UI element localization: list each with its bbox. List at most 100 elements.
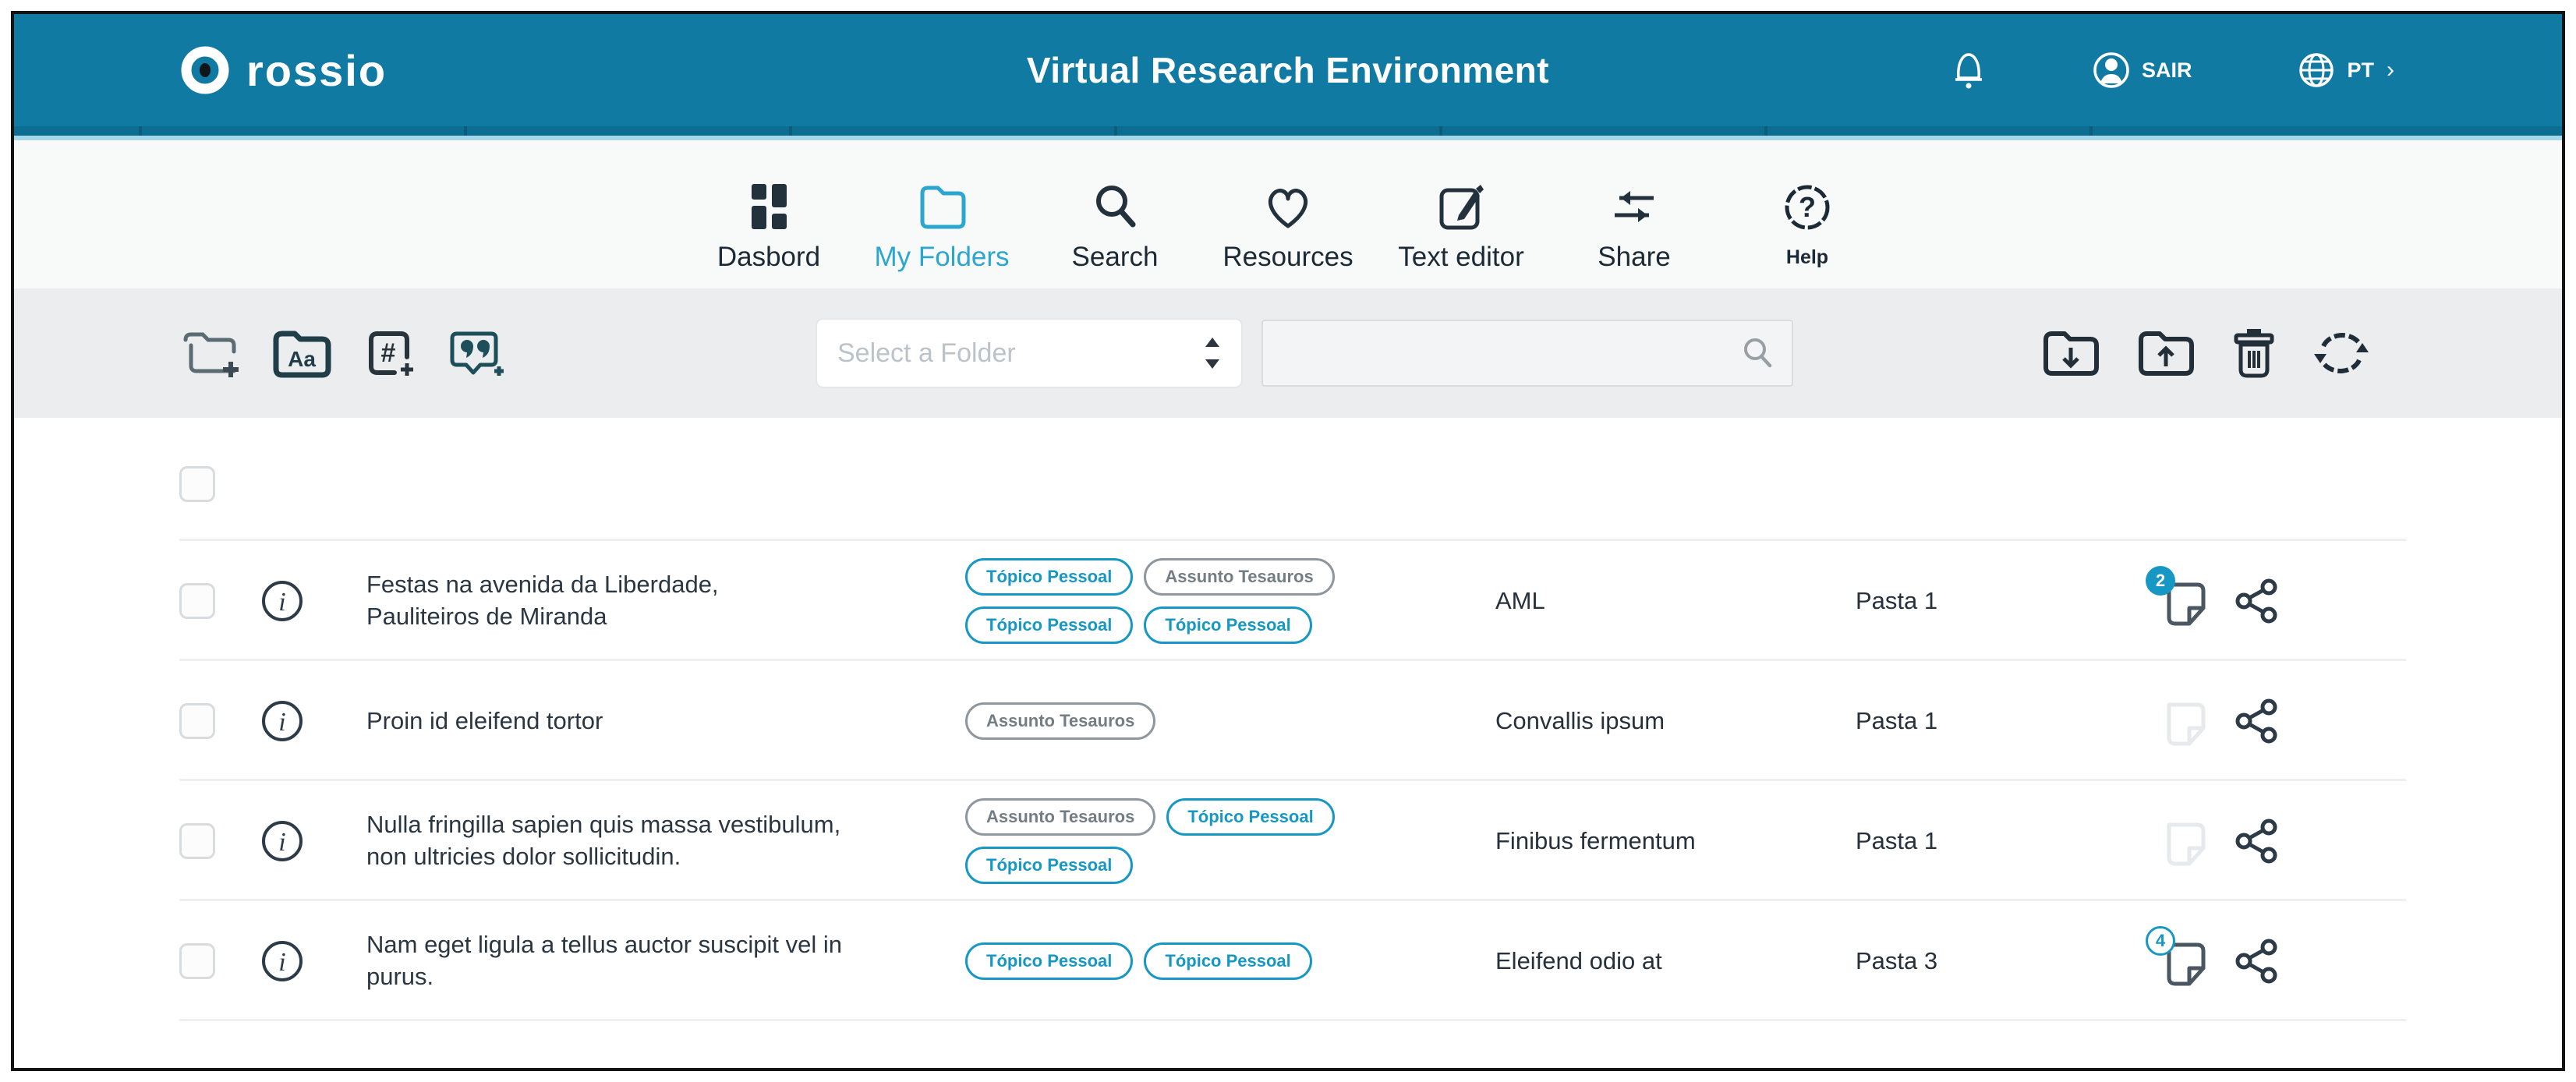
search-field-icon[interactable] <box>1740 336 1775 370</box>
row-checkbox[interactable] <box>179 823 215 859</box>
folder-cell: Pasta 1 <box>1856 707 2136 735</box>
refresh-icon[interactable] <box>2311 326 2370 380</box>
share-icon[interactable] <box>2233 576 2281 626</box>
subject-cell: Convallis ipsum <box>1495 707 1856 735</box>
notes-icon[interactable] <box>2158 695 2210 747</box>
tag-pill[interactable]: Tópico Pessoal <box>965 606 1133 644</box>
results-table: i Festas na avenida da Liberdade, Paulit… <box>14 418 2562 1021</box>
language-selector[interactable]: PT › <box>2297 51 2394 90</box>
header-actions: SAIR PT › <box>1951 14 2394 126</box>
nav-item-my-folders[interactable]: My Folders <box>862 140 1022 288</box>
export-folder-icon[interactable] <box>2135 326 2197 380</box>
tag-list: Assunto Tesauros Tópico Pessoal Tópico Pes… <box>965 798 1450 884</box>
info-icon[interactable]: i <box>260 699 304 743</box>
tag-list: Assunto Tesauros <box>965 702 1450 740</box>
tag-pill[interactable]: Assunto Tesauros <box>965 702 1155 740</box>
notes-icon[interactable]: 2 <box>2158 575 2210 627</box>
top-header: rossio Virtual Research Environment SAIR <box>14 14 2562 126</box>
nav-item-dashboard[interactable]: Dasbord <box>688 140 849 288</box>
nav-item-help[interactable]: ? Help <box>1727 140 1888 288</box>
language-label: PT <box>2347 58 2374 83</box>
tag-pill[interactable]: Assunto Tesauros <box>1144 558 1334 596</box>
import-folder-icon[interactable] <box>2040 326 2102 380</box>
svg-text:i: i <box>278 948 285 977</box>
header-strip <box>14 126 2562 140</box>
share-arrows-icon <box>1608 181 1660 232</box>
user-label: SAIR <box>2142 58 2192 83</box>
notifications-button[interactable] <box>1951 50 1987 90</box>
my-folders-icon <box>915 181 969 232</box>
tag-pill[interactable]: Tópico Pessoal <box>965 847 1133 884</box>
toolbar-right-group <box>2040 288 2370 418</box>
item-title[interactable]: Proin id eleifend tortor <box>366 705 928 737</box>
user-icon <box>2092 51 2131 90</box>
folder-toolbar: Aa # <box>14 288 2562 418</box>
tag-pill[interactable]: Tópico Pessoal <box>1166 798 1334 836</box>
table-row: i Nam eget ligula a tellus auctor suscip… <box>14 901 2562 1021</box>
row-checkbox[interactable] <box>179 943 215 979</box>
notes-icon[interactable]: 4 <box>2158 935 2210 987</box>
item-title[interactable]: Nulla fringilla sapien quis massa vestib… <box>366 809 928 873</box>
svg-text:#: # <box>381 338 396 368</box>
tag-pill[interactable]: Tópico Pessoal <box>965 942 1133 980</box>
share-icon[interactable] <box>2233 816 2281 866</box>
select-spinner-icon <box>1204 334 1221 372</box>
notes-icon[interactable] <box>2158 815 2210 867</box>
nav-item-text-editor[interactable]: Text editor <box>1381 140 1541 288</box>
folder-select[interactable]: Select a Folder <box>816 318 1243 388</box>
dashboard-icon <box>744 181 794 232</box>
subject-cell: Finibus fermentum <box>1495 827 1856 855</box>
globe-icon <box>2297 51 2336 90</box>
item-title[interactable]: Festas na avenida da Liberdade, Paulitei… <box>366 569 928 633</box>
nav-item-search[interactable]: Search <box>1035 140 1195 288</box>
search-icon <box>1090 181 1140 232</box>
select-all-row <box>14 418 2562 541</box>
tag-pill[interactable]: Tópico Pessoal <box>965 558 1133 596</box>
app-window: rossio Virtual Research Environment SAIR <box>11 11 2565 1071</box>
item-title[interactable]: Nam eget ligula a tellus auctor suscipit… <box>366 929 928 993</box>
subject-cell: AML <box>1495 587 1856 615</box>
nav-item-resources[interactable]: Resources <box>1208 140 1368 288</box>
row-actions <box>2158 815 2281 867</box>
row-actions: 2 <box>2158 575 2281 627</box>
tag-pill[interactable]: Assunto Tesauros <box>965 798 1155 836</box>
info-icon[interactable]: i <box>260 819 304 863</box>
row-actions <box>2158 695 2281 747</box>
trash-icon[interactable] <box>2230 326 2278 380</box>
svg-text:Aa: Aa <box>288 347 316 371</box>
svg-text:i: i <box>278 708 285 737</box>
nav-item-share[interactable]: Share <box>1554 140 1714 288</box>
svg-text:i: i <box>278 588 285 617</box>
bell-icon <box>1951 50 1987 90</box>
text-editor-icon <box>1435 181 1487 232</box>
help-icon: ? <box>1782 181 1832 232</box>
subject-cell: Eleifend odio at <box>1495 947 1856 975</box>
tag-pill[interactable]: Tópico Pessoal <box>1144 606 1311 644</box>
add-tag-icon[interactable]: # <box>360 326 418 380</box>
select-all-checkbox[interactable] <box>179 466 215 502</box>
main-nav: Dasbord My Folders Search Resources <box>14 140 2562 288</box>
folder-select-placeholder: Select a Folder <box>837 338 1204 369</box>
notes-count-badge: 2 <box>2146 566 2175 596</box>
user-menu[interactable]: SAIR <box>2092 51 2192 90</box>
row-checkbox[interactable] <box>179 583 215 619</box>
info-icon[interactable]: i <box>260 939 304 983</box>
folder-cell: Pasta 3 <box>1856 947 2136 975</box>
notes-count-badge: 4 <box>2146 926 2175 956</box>
resources-heart-icon <box>1261 181 1315 232</box>
search-input[interactable] <box>1280 339 1740 368</box>
add-folder-icon[interactable] <box>179 326 243 380</box>
chevron-right-icon: › <box>2387 57 2394 83</box>
share-icon[interactable] <box>2233 696 2281 746</box>
tag-list: Tópico Pessoal Tópico Pessoal <box>965 942 1450 980</box>
table-row: i Nulla fringilla sapien quis massa vest… <box>14 781 2562 901</box>
svg-text:?: ? <box>1799 191 1816 223</box>
add-annotation-icon[interactable] <box>444 326 508 380</box>
row-checkbox[interactable] <box>179 703 215 739</box>
tag-pill[interactable]: Tópico Pessoal <box>1144 942 1311 980</box>
share-icon[interactable] <box>2233 936 2281 986</box>
rename-folder-icon[interactable]: Aa <box>270 326 334 380</box>
info-icon[interactable]: i <box>260 579 304 623</box>
folder-cell: Pasta 1 <box>1856 587 2136 615</box>
search-box <box>1261 320 1793 387</box>
